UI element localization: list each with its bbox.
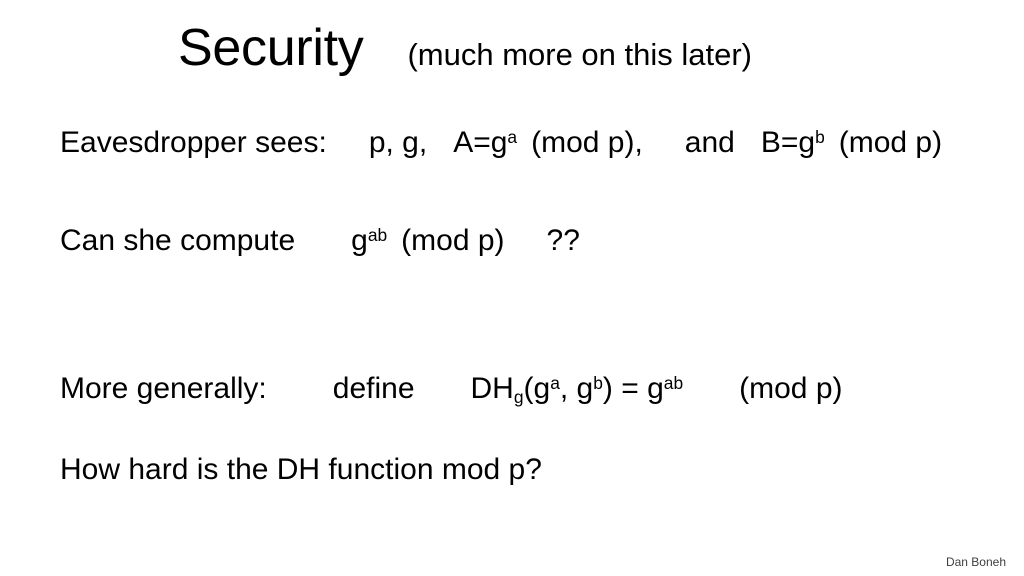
conjunction-and: and [684,126,735,159]
shared-secret-exponent: ab [367,224,388,245]
how-hard-question: How hard is the DH function mod p? [60,453,542,486]
slide-footer-author: Dan Boneh [945,555,1006,569]
shared-secret-modulus: (mod p) [401,224,505,257]
compute-question: Can she compute [60,224,296,257]
value-A-base: A=g [453,126,508,159]
dh-arg1-exponent: a [550,372,560,393]
slide: Security (much more on this later) Eaves… [0,0,1024,576]
dh-result-base: ) = g [602,372,664,405]
value-B: B=gb [761,128,825,158]
value-A-exponent: a [507,126,518,147]
line-how-hard: How hard is the DH function mod p? [60,455,542,485]
page-subtitle: (much more on this later) [407,37,753,72]
slide-title-row: Security (much more on this later) [178,22,752,74]
dh-function-subscript: g [513,386,524,407]
define-verb: define [332,372,415,405]
value-A: A=ga [453,128,517,158]
dh-result-exponent: ab [663,372,684,393]
value-B-exponent: b [815,126,825,147]
eavesdropper-label: Eavesdropper sees: [60,126,327,159]
value-B-base: B=g [760,126,816,159]
dh-modulus: (mod p) [739,372,843,405]
dh-function-name: DH [470,372,514,405]
line-more-generally: More generally: define DHg(ga, gb) = gab (m… [60,372,843,407]
shared-secret: gab [351,226,387,256]
line-eavesdropper: Eavesdropper sees: p, g, A=ga (mod p), and B=… [60,128,942,158]
dh-function-expression: DHg(ga, gb) = gab [470,372,684,407]
dh-arg2-exponent: b [593,372,603,393]
value-B-modulus: (mod p) [838,126,943,159]
public-params: p, g, [368,126,428,159]
page-title: Security [178,19,364,77]
shared-secret-base: g [351,224,368,257]
question-marks: ?? [546,224,580,257]
dh-arg1-base: (g [523,372,551,405]
more-generally-lead: More generally: [60,372,267,405]
line-can-she-compute: Can she compute gab (mod p)?? [60,226,580,256]
value-A-modulus: (mod p), [531,126,643,159]
dh-arg2-base: , g [559,372,594,405]
